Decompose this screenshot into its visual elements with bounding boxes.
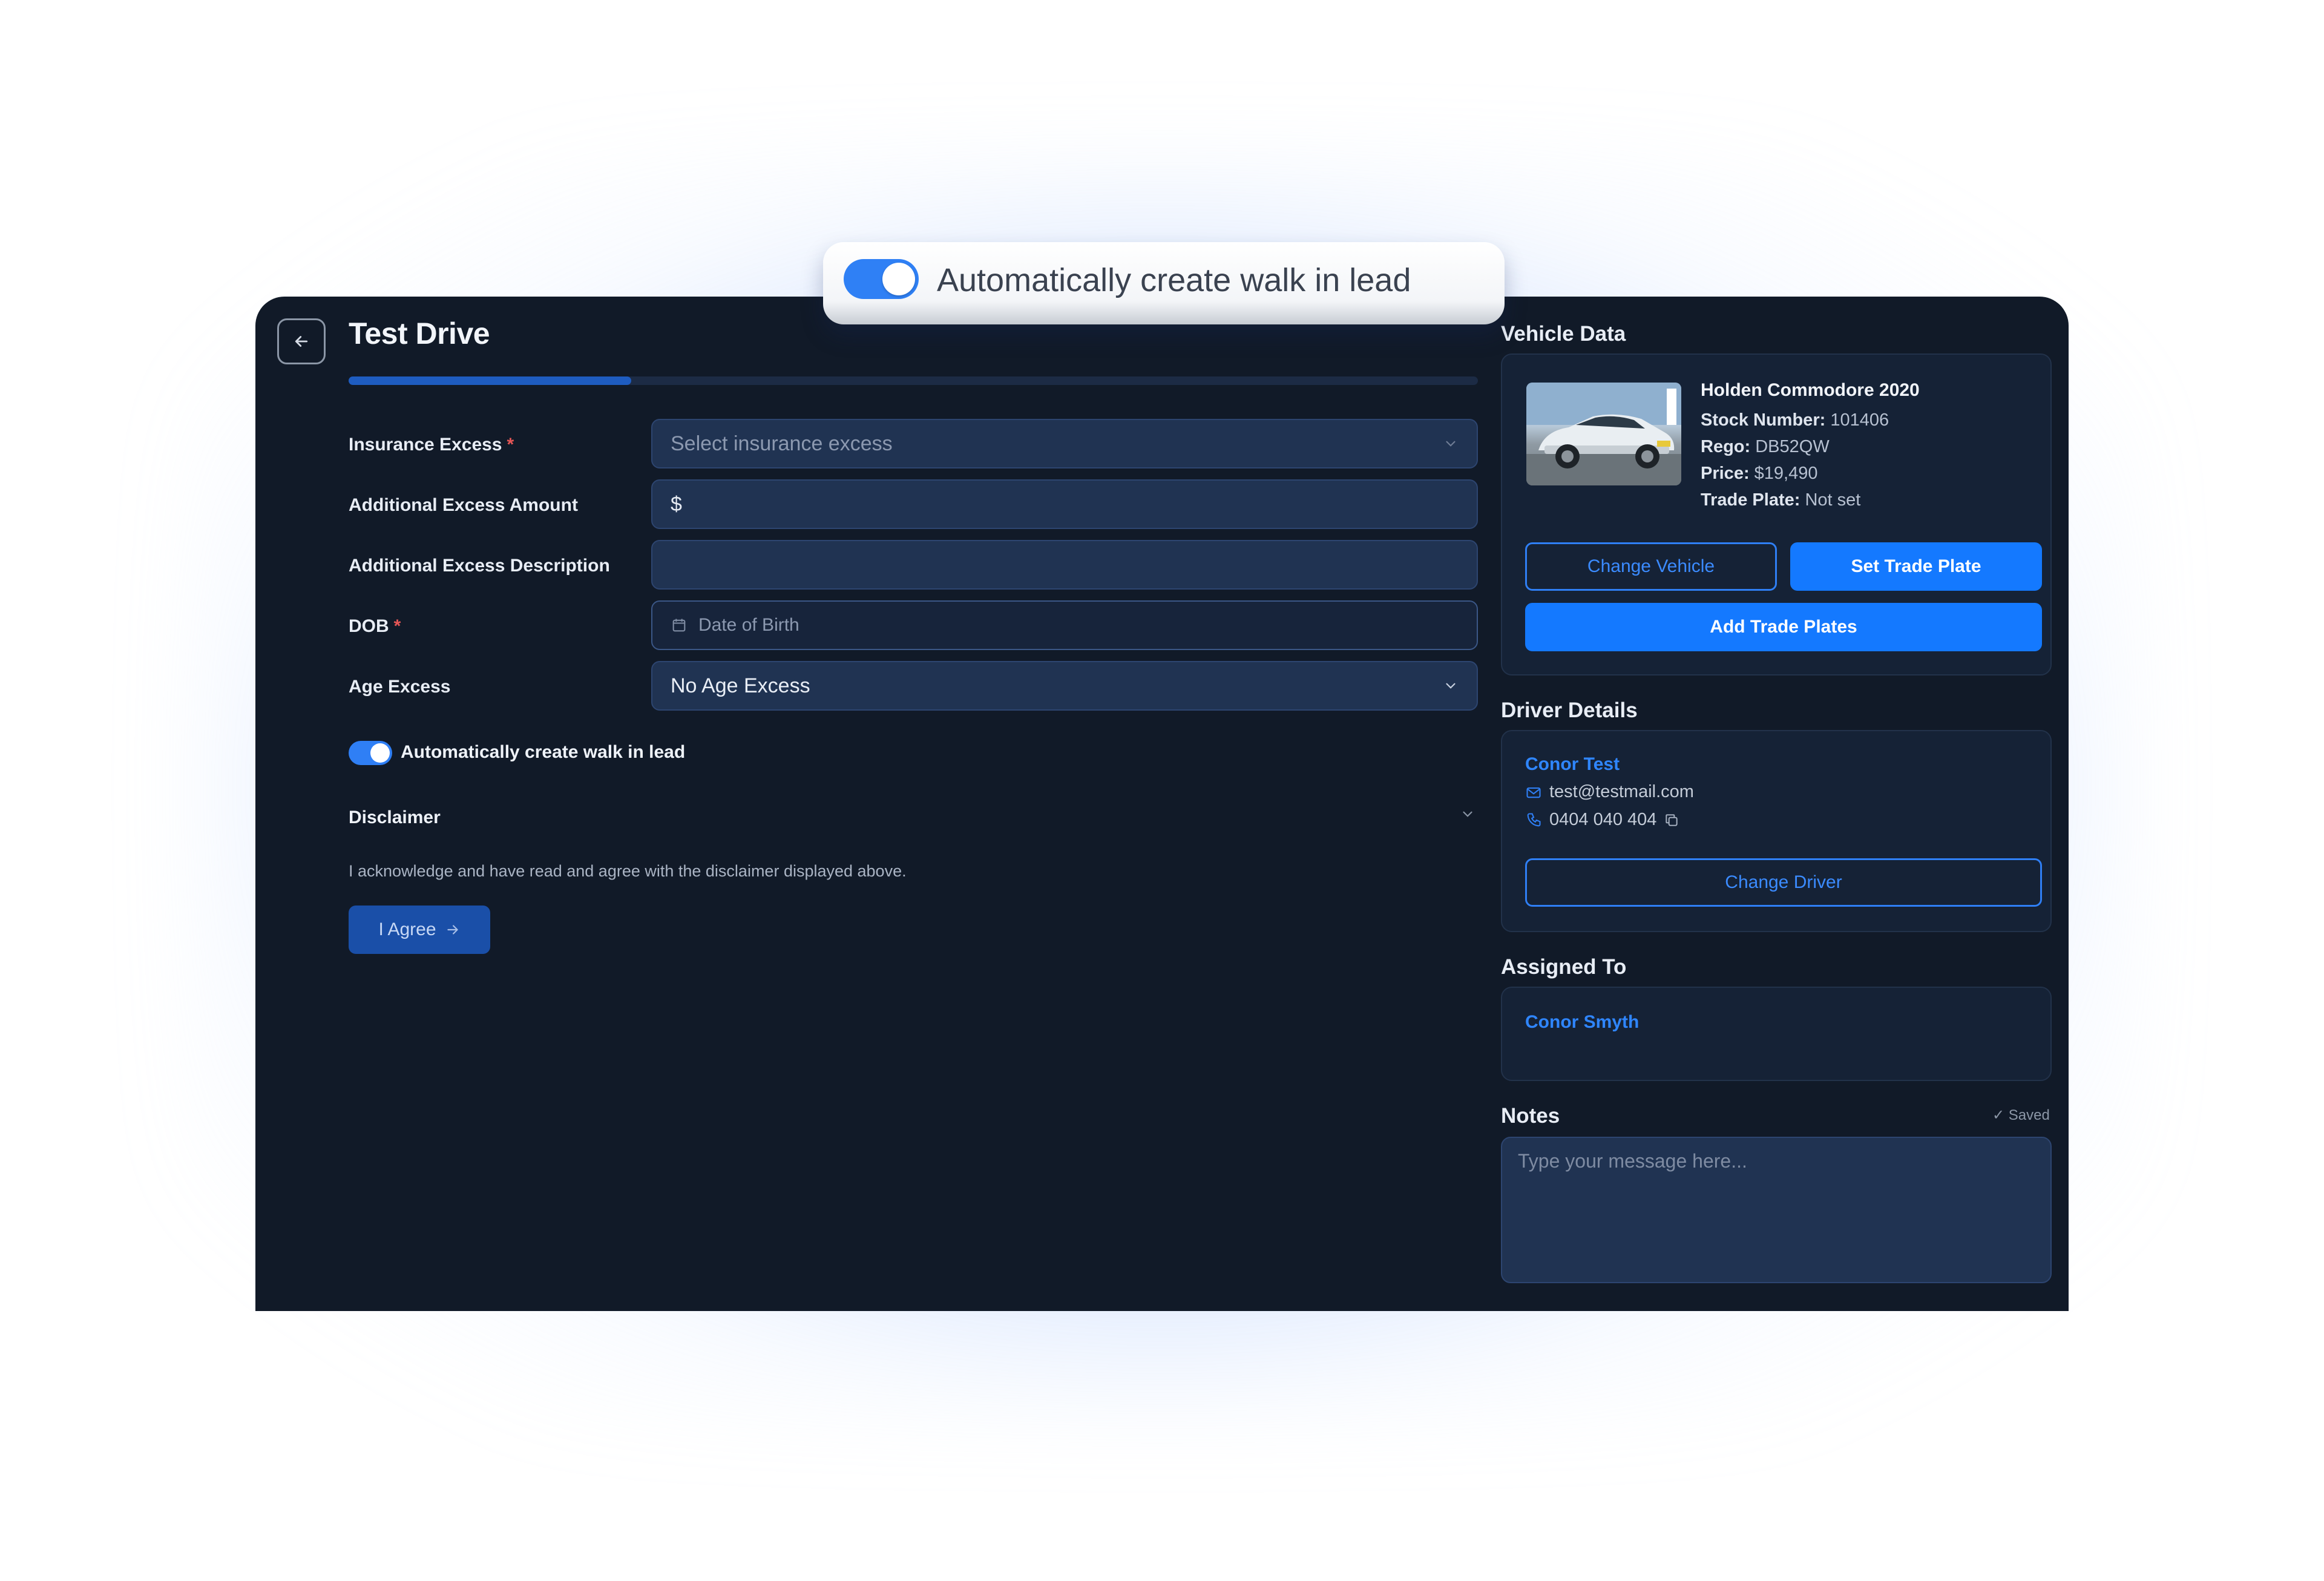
stock-number-value: 101406	[1830, 410, 1889, 430]
assigned-to-title: Assigned To	[1501, 955, 1627, 979]
notes-placeholder: Type your message here...	[1518, 1150, 1747, 1172]
chevron-down-icon	[1443, 678, 1459, 694]
toggle-knob	[882, 263, 915, 295]
trade-plate-label: Trade Plate:	[1701, 490, 1800, 510]
driver-name-link[interactable]: Conor Test	[1525, 754, 1620, 775]
dob-placeholder: Date of Birth	[698, 615, 799, 635]
price-label: Price:	[1701, 464, 1750, 483]
dob-label-text: DOB	[349, 616, 389, 636]
additional-excess-amount-input[interactable]: $	[651, 479, 1478, 529]
arrow-right-icon	[447, 925, 458, 935]
agree-button-label: I Agree	[378, 919, 436, 939]
calendar-icon	[671, 617, 688, 634]
price-value: $19,490	[1754, 464, 1818, 483]
age-excess-select[interactable]: No Age Excess	[651, 661, 1478, 711]
required-marker: *	[393, 616, 401, 636]
age-excess-value: No Age Excess	[671, 674, 810, 697]
saved-status: ✓ Saved	[1992, 1107, 2050, 1123]
assigned-user-link[interactable]: Conor Smyth	[1525, 1012, 1639, 1033]
phone-icon	[1527, 812, 1541, 826]
additional-excess-amount-label: Additional Excess Amount	[349, 495, 578, 515]
additional-excess-description-label: Additional Excess Description	[349, 556, 610, 576]
dob-input[interactable]: Date of Birth	[651, 600, 1478, 650]
change-driver-button[interactable]: Change Driver	[1525, 858, 2042, 907]
callout-toggle[interactable]	[844, 259, 919, 299]
page-title: Test Drive	[349, 317, 490, 350]
arrow-left-icon	[295, 336, 308, 347]
driver-phone-text: 0404 040 404	[1549, 810, 1657, 829]
disclaimer-title: Disclaimer	[349, 807, 441, 827]
chevron-down-icon	[1443, 436, 1459, 452]
assigned-card: Conor Smyth	[1501, 987, 2052, 1081]
rego-value: DB52QW	[1755, 437, 1830, 456]
mail-icon	[1526, 787, 1541, 798]
vehicle-rego: Rego: DB52QW	[1701, 437, 1830, 457]
progress-bar	[349, 376, 1478, 385]
progress-bar-fill	[349, 376, 631, 385]
driver-card: Conor Test test@testmail.com 0404 040 40…	[1501, 730, 2052, 932]
vehicle-name: Holden Commodore 2020	[1701, 380, 1920, 400]
walk-in-lead-toggle[interactable]	[349, 741, 392, 765]
vehicle-photo	[1526, 383, 1681, 485]
vehicle-price: Price: $19,490	[1701, 464, 1818, 484]
toggle-knob	[370, 743, 390, 763]
walk-in-lead-callout: Automatically create walk in lead	[823, 242, 1505, 324]
vehicle-trade-plate: Trade Plate: Not set	[1701, 490, 1860, 510]
rego-label: Rego:	[1701, 437, 1751, 456]
disclaimer-text: I acknowledge and have read and agree wi…	[349, 862, 907, 880]
dob-label: DOB *	[349, 616, 401, 637]
insurance-excess-placeholder: Select insurance excess	[671, 432, 893, 455]
set-trade-plate-button[interactable]: Set Trade Plate	[1790, 542, 2042, 591]
notes-title: Notes	[1501, 1104, 1560, 1128]
notes-textarea[interactable]: Type your message here...	[1501, 1137, 2052, 1283]
walk-in-lead-label: Automatically create walk in lead	[401, 742, 686, 762]
chevron-down-icon[interactable]	[1460, 806, 1475, 825]
add-trade-plates-button[interactable]: Add Trade Plates	[1525, 603, 2042, 651]
required-marker: *	[507, 435, 514, 455]
back-button[interactable]	[277, 318, 326, 364]
vehicle-data-title: Vehicle Data	[1501, 322, 1626, 346]
stock-number-label: Stock Number:	[1701, 410, 1826, 430]
vehicle-card: Holden Commodore 2020 Stock Number: 1014…	[1501, 353, 2052, 675]
vehicle-stock-number: Stock Number: 101406	[1701, 410, 1889, 430]
insurance-excess-label-text: Insurance Excess	[349, 435, 502, 455]
currency-prefix: $	[671, 492, 682, 516]
age-excess-label: Age Excess	[349, 677, 451, 697]
driver-email-text: test@testmail.com	[1549, 782, 1694, 801]
driver-phone: 0404 040 404	[1525, 810, 1679, 830]
change-vehicle-button[interactable]: Change Vehicle	[1525, 542, 1777, 591]
callout-label: Automatically create walk in lead	[937, 262, 1411, 298]
test-drive-window: Test Drive Insurance Excess * Select insu…	[255, 297, 2069, 1311]
trade-plate-value: Not set	[1805, 490, 1861, 510]
additional-excess-description-input[interactable]	[651, 540, 1478, 590]
insurance-excess-label: Insurance Excess *	[349, 435, 514, 455]
insurance-excess-select[interactable]: Select insurance excess	[651, 419, 1478, 468]
agree-button[interactable]: I Agree	[349, 906, 490, 954]
driver-details-title: Driver Details	[1501, 698, 1638, 722]
driver-email: test@testmail.com	[1525, 782, 1694, 802]
copy-icon[interactable]	[1664, 812, 1679, 828]
